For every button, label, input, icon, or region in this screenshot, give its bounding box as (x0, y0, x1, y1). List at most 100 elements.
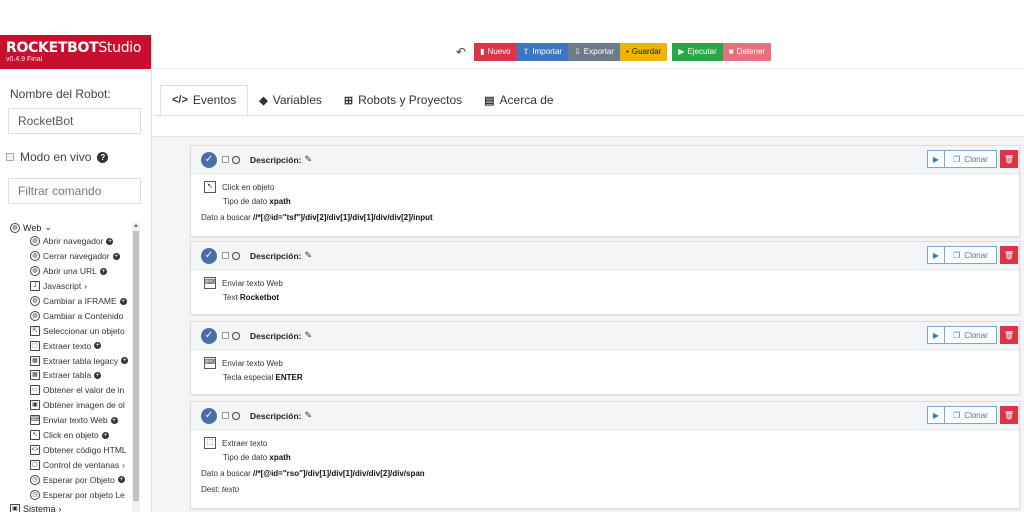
command-card[interactable]: ✓ Descripción: ✎ ▶ ❐ Clonar 🗑 ⌨ Enviar tex… (190, 241, 1020, 315)
tree-item[interactable]: ◍ Cambiar a Contenido (0, 308, 140, 323)
pencil-icon[interactable]: ✎ (305, 330, 313, 341)
tab-variables[interactable]: ◆ Variables (248, 85, 333, 115)
add-icon[interactable]: + (94, 371, 102, 379)
live-mode-checkbox[interactable] (6, 153, 14, 161)
tree-item[interactable]: ▢ Control de ventanas › (0, 457, 140, 472)
play-button[interactable]: ▶ (927, 406, 945, 424)
delete-button[interactable]: 🗑 (1000, 150, 1018, 168)
pencil-icon[interactable]: ✎ (305, 410, 313, 421)
enable-checkbox[interactable] (222, 156, 229, 163)
ban-icon[interactable] (232, 331, 240, 340)
clone-button[interactable]: ❐ Clonar (945, 406, 997, 424)
tree-item[interactable]: ▦ Extraer tabla + (0, 368, 140, 383)
ban-icon[interactable] (232, 155, 240, 164)
tree-item[interactable]: ⌨ Enviar texto Web + (0, 413, 140, 428)
tab-eventos[interactable]: </> Eventos (160, 85, 249, 115)
top-margin (0, 0, 1024, 35)
check-icon[interactable]: ✓ (201, 151, 217, 168)
check-icon[interactable]: ✓ (201, 327, 217, 344)
add-icon[interactable]: + (119, 297, 127, 305)
clone-button[interactable]: ❐ Clonar (945, 246, 997, 264)
tab-robots[interactable]: ⊞ Robots y Proyectos (333, 85, 473, 115)
chevron-right-icon[interactable]: › (84, 281, 87, 291)
tree-item[interactable]: ◷ Esperar por Objeto + (0, 472, 140, 487)
tree-item-label: Seleccionar un objeto (43, 325, 125, 336)
command-name: Enviar texto Web (222, 358, 283, 368)
delete-button[interactable]: 🗑 (1000, 326, 1018, 344)
add-icon[interactable]: + (112, 252, 120, 260)
command-card[interactable]: ✓ Descripción: ✎ ▶ ❐ Clonar 🗑 ⌨ Enviar tex… (190, 321, 1020, 395)
add-icon[interactable]: + (99, 267, 107, 275)
tree-item[interactable]: ⇱ Seleccionar un objeto (0, 323, 140, 338)
tree-item[interactable]: ◍ Cambiar a IFRAME + (0, 294, 140, 309)
clone-button[interactable]: ❐ Clonar (945, 150, 997, 168)
clone-label: Clonar (964, 410, 988, 420)
tree-item[interactable]: ▣ Obtener imagen de ol (0, 398, 140, 413)
play-button[interactable]: ▶ (927, 150, 945, 168)
enable-checkbox[interactable] (222, 332, 229, 339)
tree-item[interactable]: J Javascript › (0, 279, 140, 294)
upload-icon: ⇧ (522, 47, 530, 56)
tree-item-label: Esperar por Objeto (43, 474, 115, 485)
tree-item[interactable]: ◍ Abrir una URL + (0, 264, 140, 279)
robot-name-input[interactable]: RocketBot (8, 108, 141, 134)
description-label: Descripción: (250, 330, 302, 341)
command-card[interactable]: ✓ Descripción: ✎ ▶ ❐ Clonar 🗑 ⬚ Extraer te… (190, 401, 1020, 509)
tree-item[interactable]: ↖ Click en objeto + (0, 428, 140, 443)
chevron-right-icon[interactable]: › (122, 460, 125, 470)
command-line: ⬚ Extraer texto (204, 436, 1009, 450)
delete-button[interactable]: 🗑 (1000, 406, 1018, 424)
add-icon[interactable]: + (94, 342, 102, 350)
new-button[interactable]: ▮ Nuevo (474, 42, 517, 61)
add-icon[interactable]: + (101, 431, 109, 439)
undo-icon[interactable]: ↶ (456, 45, 466, 59)
export-button[interactable]: ⇩ Exportar (568, 42, 621, 61)
tree-item[interactable]: ◍ Cerrar navegador + (0, 249, 140, 264)
card-header: ✓ Descripción: ✎ ▶ ❐ Clonar 🗑 (191, 322, 1019, 350)
delete-button[interactable]: 🗑 (1000, 246, 1018, 264)
command-tree: ◍ Web ⌄ ◍ Abrir navegador + ◍ Cerrar navega… (0, 221, 140, 512)
brand-name-bold: ROCKETBOT (6, 40, 99, 56)
ban-icon[interactable] (232, 251, 240, 260)
click-icon: ↖ (30, 430, 40, 441)
download-icon: ⇩ (574, 47, 581, 56)
tree-group-sistema[interactable]: ▣ Sistema › (0, 502, 140, 512)
tree-item[interactable]: ◷ Esperar por objeto Le (0, 487, 140, 502)
help-icon[interactable]: ? (97, 151, 109, 163)
scroll-up-icon[interactable]: ▲ (133, 223, 139, 229)
pencil-icon[interactable]: ✎ (305, 154, 313, 165)
run-button[interactable]: ▶ Ejecutar (672, 42, 723, 61)
import-button[interactable]: ⇧ Importar (516, 42, 569, 61)
check-icon[interactable]: ✓ (201, 247, 217, 264)
tree-item-label: Extraer texto (43, 340, 92, 351)
stop-button[interactable]: ■ Detener (722, 42, 772, 61)
param-value: //*[@id="rso"]/div[1]/div[1]/div/div[2]/… (253, 469, 425, 478)
add-icon[interactable]: + (117, 476, 125, 484)
tree-item[interactable]: ⬚ Extraer texto + (0, 338, 140, 353)
description-label: Descripción: (250, 410, 302, 421)
live-mode-toggle[interactable]: Modo en vivo ? (6, 150, 151, 164)
play-button[interactable]: ▶ (927, 326, 945, 344)
tree-item[interactable]: ◍ Abrir navegador + (0, 234, 140, 249)
ban-icon[interactable] (232, 411, 240, 420)
enable-checkbox[interactable] (222, 252, 229, 259)
tree-item[interactable]: <> Obtener código HTML (0, 442, 140, 457)
enable-checkbox[interactable] (222, 412, 229, 419)
tree-item[interactable]: ▦ Extraer tabla legacy + (0, 353, 140, 368)
sitemap-icon: ⊞ (343, 94, 354, 107)
play-button[interactable]: ▶ (927, 246, 945, 264)
add-icon[interactable]: + (106, 237, 114, 245)
add-icon[interactable]: + (121, 357, 129, 365)
command-card[interactable]: ✓ Descripción: ✎ ▶ ❐ Clonar 🗑 ↖ Click en o… (190, 145, 1020, 237)
tree-group-web[interactable]: ◍ Web ⌄ (0, 221, 140, 234)
save-button[interactable]: ▪ Guardar (620, 42, 668, 61)
check-icon[interactable]: ✓ (201, 407, 217, 424)
filter-command-input[interactable]: Filtrar comando (8, 178, 141, 204)
clone-button[interactable]: ❐ Clonar (945, 326, 997, 344)
scroll-thumb[interactable] (133, 231, 139, 501)
pencil-icon[interactable]: ✎ (305, 250, 313, 261)
add-icon[interactable]: + (110, 416, 118, 424)
tab-acerca[interactable]: ▤ Acerca de (473, 85, 564, 115)
tree-item[interactable]: ▭ Obtener el valor de in (0, 383, 140, 398)
sidebar-scrollbar[interactable]: ▲ (132, 223, 140, 512)
